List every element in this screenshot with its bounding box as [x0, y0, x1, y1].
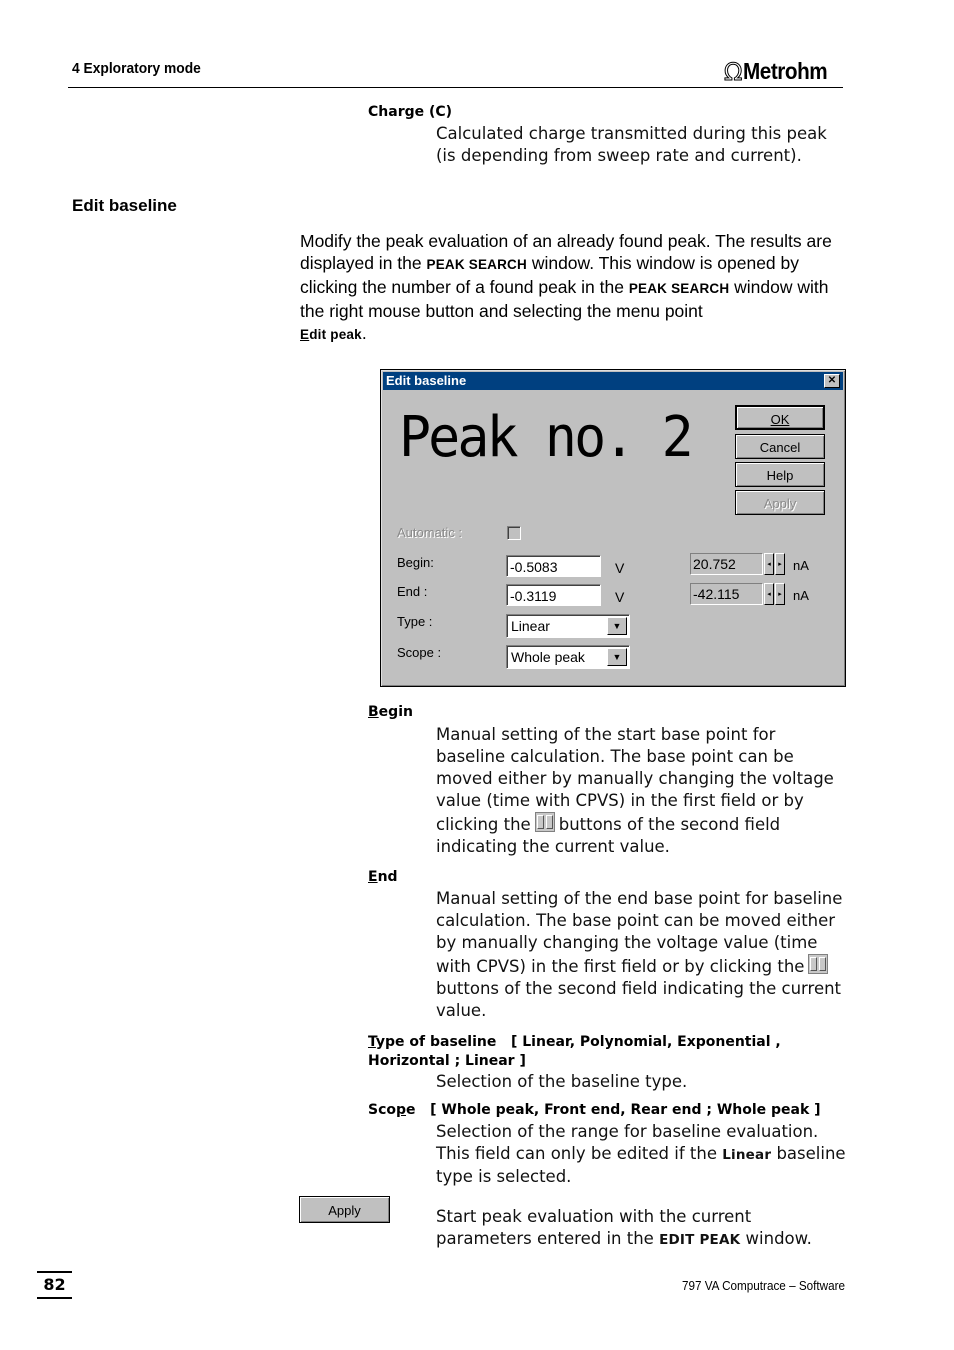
help-button[interactable]: Help [735, 462, 825, 487]
peak-search-ref: PEAK SEARCH [426, 257, 527, 272]
peak-number-heading: Peak no. 2 [399, 405, 694, 470]
apply-description: Start peak evaluation with the current p… [436, 1207, 812, 1248]
begin-unit: V [615, 560, 625, 576]
chevron-down-icon[interactable]: ▼ [607, 617, 627, 635]
end-current-field: -42.115 [690, 583, 763, 605]
charge-description: Calculated charge transmitted during thi… [436, 124, 827, 165]
end-spin-right-button[interactable]: ▸ [775, 583, 785, 605]
edit-baseline-dialog: Edit baseline ✕ Peak no. 2 OK Cancel Hel… [380, 369, 846, 687]
end-current-unit: nA [793, 588, 809, 603]
close-icon[interactable]: ✕ [824, 374, 840, 388]
section-intro: Modify the peak evaluation of an already… [300, 231, 832, 343]
product-name: 797 VA Computrace – Software [681, 1278, 845, 1293]
metrohm-logo: Ω Metrohm [723, 57, 837, 86]
end-unit: V [615, 589, 625, 605]
type-selected-value: Linear [511, 618, 550, 634]
peak-search-ref: PEAK SEARCH [628, 281, 730, 296]
scope-description: Selection of the range for baseline eval… [436, 1122, 846, 1186]
edit-peak-menu-ref: Edit peak [300, 327, 362, 342]
begin-term: Begin [368, 704, 413, 720]
scope-options: [ Whole peak, Front end, Rear end ; Whol… [430, 1102, 821, 1118]
scope-selected-value: Whole peak [511, 649, 585, 665]
begin-label: Begin: [397, 555, 434, 570]
page-number: 82 [37, 1271, 72, 1299]
dialog-title-bar: Edit baseline ✕ [383, 372, 843, 390]
scope-term: Scope [ Whole peak, Front end, Rear end … [368, 1102, 821, 1118]
begin-description: Manual setting of the start base point f… [436, 725, 834, 856]
header-rule [68, 87, 843, 88]
end-term: End [368, 869, 398, 885]
end-label: End : [397, 584, 428, 599]
type-label: Type : [397, 614, 433, 629]
dialog-title: Edit baseline [386, 373, 467, 388]
scope-label: Scope : [397, 645, 442, 660]
type-description: Selection of the baseline type. [436, 1072, 688, 1091]
charge-term: Charge (C) [368, 104, 453, 120]
apply-button[interactable]: Apply [735, 490, 825, 515]
type-term: Type of baseline [ Linear, Polynomial, E… [368, 1034, 781, 1069]
scope-select[interactable]: Whole peak ▼ [506, 645, 630, 669]
begin-spin-right-button[interactable]: ▸ [775, 553, 785, 575]
section-title: Edit baseline [72, 196, 177, 215]
chapter-header: 4 Exploratory mode [72, 60, 201, 77]
automatic-label: Automatic : [397, 525, 463, 540]
apply-button-sample: Apply [299, 1196, 390, 1223]
automatic-checkbox[interactable] [507, 526, 521, 540]
type-select[interactable]: Linear ▼ [506, 614, 630, 638]
begin-voltage-input[interactable]: -0.5083 [506, 555, 601, 577]
omega-icon: Ω [723, 57, 743, 86]
end-voltage-input[interactable]: -0.3119 [506, 584, 601, 606]
begin-current-field: 20.752 [690, 553, 763, 575]
spin-buttons-icon [534, 812, 555, 832]
logo-text: Metrohm [743, 58, 828, 84]
end-spin-left-button[interactable]: ◂ [764, 583, 774, 605]
ok-button[interactable]: OK [735, 405, 825, 430]
spin-buttons-icon [808, 954, 829, 974]
cancel-button[interactable]: Cancel [735, 434, 825, 459]
chevron-down-icon[interactable]: ▼ [607, 648, 627, 666]
begin-spin-left-button[interactable]: ◂ [764, 553, 774, 575]
begin-current-unit: nA [793, 558, 809, 573]
end-description: Manual setting of the end base point for… [436, 889, 843, 1020]
